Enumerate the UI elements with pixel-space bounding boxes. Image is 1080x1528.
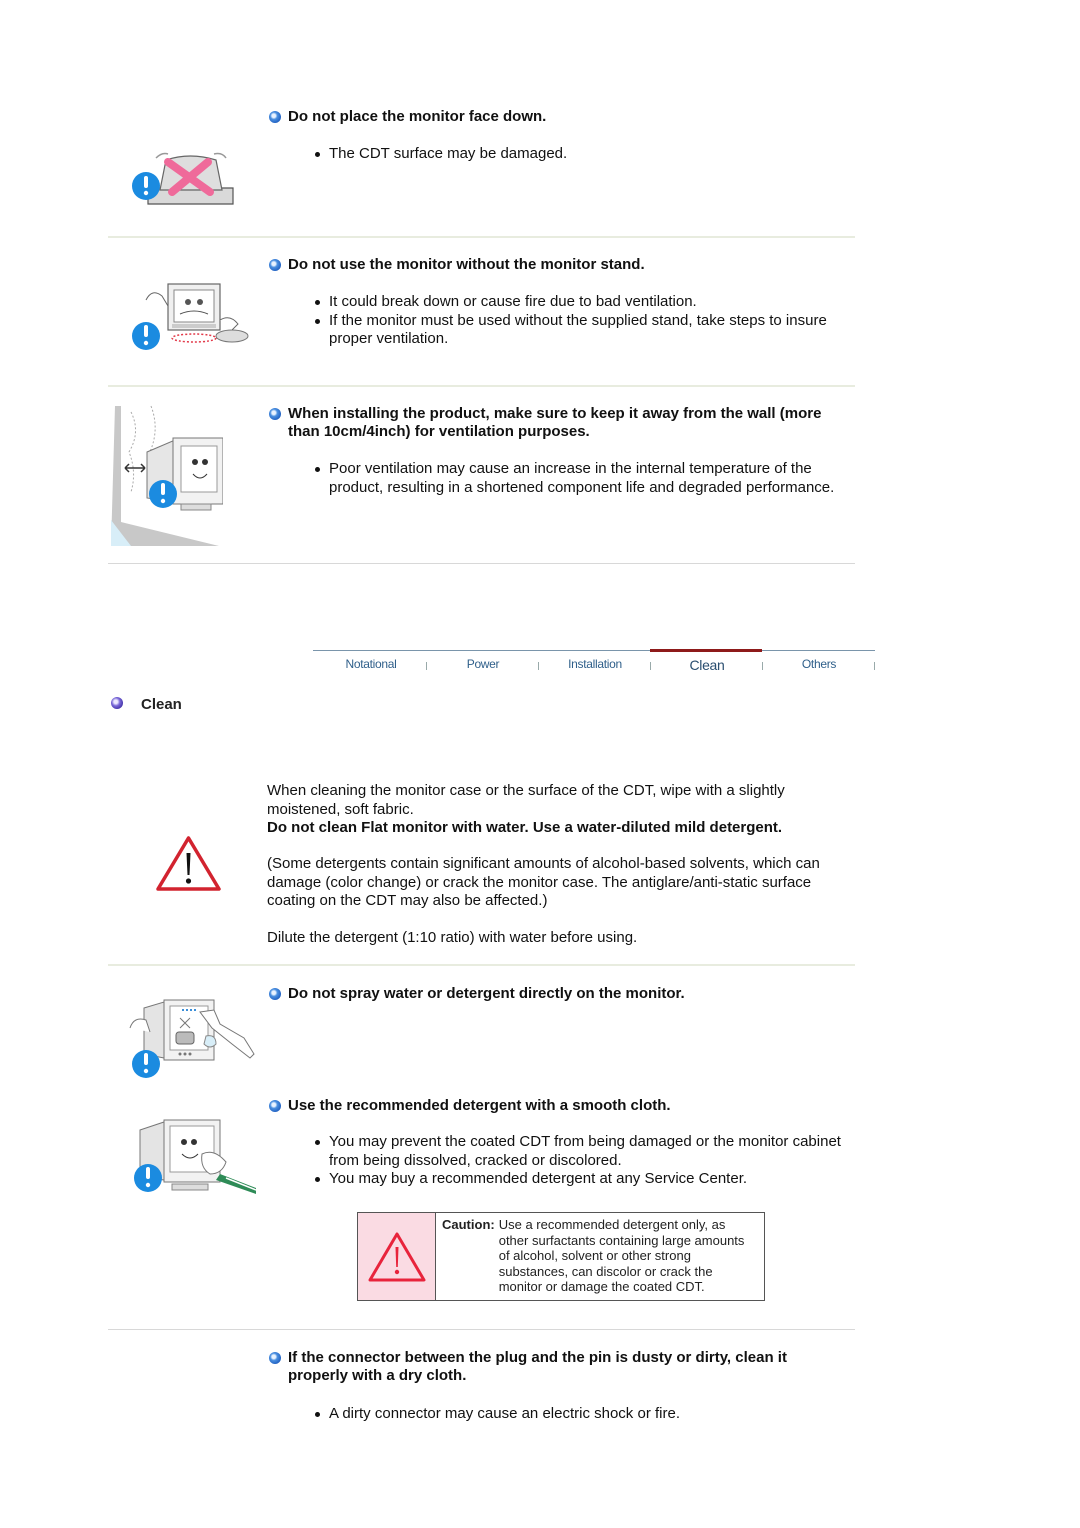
divider [108,964,855,966]
tab-notational[interactable]: Notational [315,657,427,671]
blue-bullet-icon [269,259,281,271]
clean-section-title: Clean [110,696,310,714]
dilute-note-text: Dilute the detergent (1:10 ratio) with w… [267,929,638,946]
tab-others[interactable]: Others [763,657,875,671]
list-item: A dirty connector may cause an electric … [310,1405,840,1424]
tab-separator [874,662,875,670]
bullet-list-monitor-stand: It could break down or cause fire due to… [310,293,840,349]
active-tab-indicator [650,649,762,652]
bullet-list-dusty-connector: A dirty connector may cause an electric … [310,1405,840,1424]
warning-triangle-icon [368,1232,425,1281]
clean-warning-text: Do not clean Flat monitor with water. Us… [267,819,783,836]
divider [108,1329,855,1330]
divider [108,385,855,387]
tab-power[interactable]: Power [427,657,539,671]
list-item: You may prevent the coated CDT from bein… [310,1133,845,1170]
no-spray-illustration [129,999,255,1078]
caution-icon-panel [358,1213,436,1300]
tab-installation[interactable]: Installation [539,657,651,671]
tab-clean[interactable]: Clean [651,657,763,673]
list-item: You may buy a recommended detergent at a… [310,1170,845,1189]
list-item: It could break down or cause fire due to… [310,293,840,312]
blue-bullet-icon [269,408,281,420]
caution-text-panel: Caution: Use a recommended detergent onl… [436,1213,764,1300]
section-heading-wall-distance: When installing the product, make sure t… [269,405,839,441]
section-heading-monitor-stand: Do not use the monitor without the monit… [269,256,849,274]
caution-text: Use a recommended detergent only, as oth… [498,1217,745,1294]
cleaning-cloth-illustration [134,1119,256,1194]
bullet-list-wall-distance: Poor ventilation may cause an increase i… [310,460,840,497]
blue-bullet-icon [269,1100,281,1112]
category-nav: Notational Power Installation Clean Othe… [313,649,875,681]
clean-intro-text: When cleaning the monitor case or the su… [267,782,785,818]
divider [108,236,855,238]
warning-triangle-icon [156,836,221,891]
monitor-face-down-illustration [132,152,234,205]
caution-label: Caution: [442,1217,495,1232]
section-heading-no-spray: Do not spray water or detergent directly… [269,985,849,1003]
bullet-list-recommended-detergent: You may prevent the coated CDT from bein… [310,1133,845,1189]
detergent-note-text: (Some detergents contain significant amo… [267,855,820,909]
blue-bullet-icon [269,988,281,1000]
list-item: If the monitor must be used without the … [310,312,840,349]
section-heading-dusty-connector: If the connector between the plug and th… [269,1349,844,1385]
list-item: Poor ventilation may cause an increase i… [310,460,840,497]
purple-bullet-icon [111,697,123,709]
blue-bullet-icon [269,111,281,123]
monitor-wall-distance-illustration [111,402,223,546]
section-heading-face-down: Do not place the monitor face down. [269,108,849,126]
list-item: The CDT surface may be damaged. [310,145,850,164]
monitor-without-stand-illustration [132,283,249,350]
bullet-list-face-down: The CDT surface may be damaged. [310,145,850,164]
divider [108,563,855,564]
section-heading-recommended-detergent: Use the recommended detergent with a smo… [269,1097,849,1115]
caution-box: Caution: Use a recommended detergent onl… [357,1212,765,1301]
blue-bullet-icon [269,1352,281,1364]
